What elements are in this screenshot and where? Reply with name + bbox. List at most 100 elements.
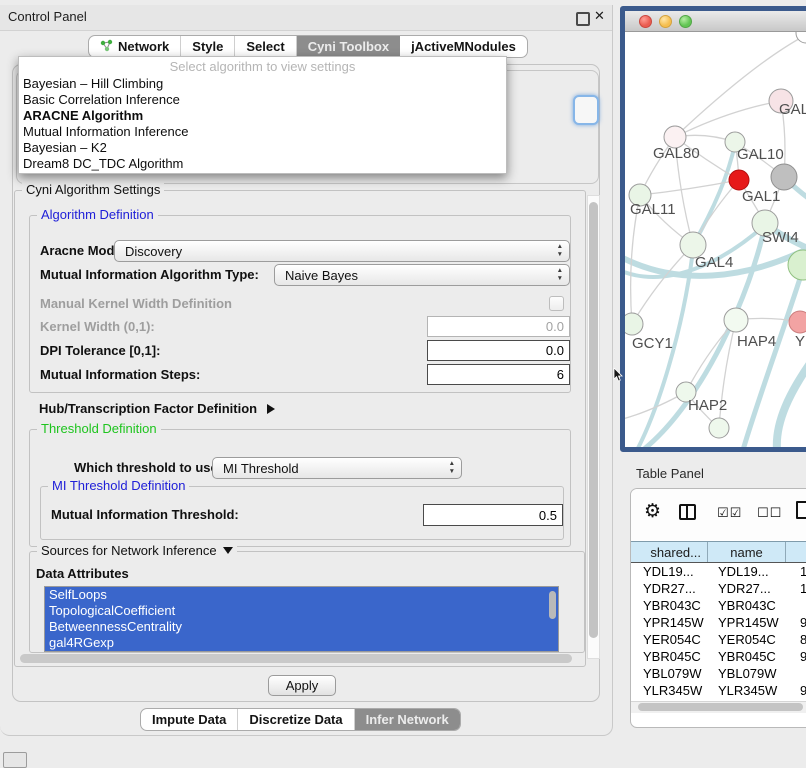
kernel-width-label: Kernel Width (0,1): <box>40 319 155 335</box>
table-panel-title: Table Panel <box>636 466 704 481</box>
mi-threshold-field[interactable]: 0.5 <box>423 504 563 526</box>
zoom-window-icon[interactable] <box>679 15 692 28</box>
tab-label: Style <box>192 39 223 54</box>
scrollbar-thumb[interactable] <box>20 654 572 663</box>
table-row[interactable]: YDL19...YDL19...13 <box>631 563 806 580</box>
network-node-y[interactable] <box>789 311 806 333</box>
data-attributes-list[interactable]: SelfLoopsTopologicalCoefficientBetweenne… <box>44 586 559 652</box>
algorithm-option-mutual-information-inference[interactable]: Mutual Information Inference <box>19 124 506 140</box>
tab-style[interactable]: Style <box>181 36 235 57</box>
aracne-mode-value: Discovery <box>125 244 182 259</box>
table-cell: YDR27... <box>708 580 786 597</box>
dpi-tolerance-field[interactable]: 0.0 <box>427 340 570 361</box>
column-layout-icon[interactable] <box>679 504 696 520</box>
table-row[interactable]: YDR27...YDR27...12 <box>631 580 806 597</box>
tab-impute-data[interactable]: Impute Data <box>141 709 238 730</box>
corner-grip <box>3 752 27 768</box>
apply-button[interactable]: Apply <box>268 675 336 696</box>
table-row[interactable]: YBL079WYBL079W <box>631 665 806 682</box>
algorithm-option-aracne-algorithm[interactable]: ARACNE Algorithm <box>19 108 506 124</box>
network-canvas[interactable]: GALGAL80GAL10GAL1GAL11SWI4GAL4GCY1HAP4YH… <box>625 32 806 448</box>
network-node[interactable] <box>709 418 729 438</box>
expand-triangle-icon <box>267 404 275 414</box>
column-header-name[interactable]: name <box>708 542 786 562</box>
attribute-item-betweennesscentrality[interactable]: BetweennessCentrality <box>45 619 558 635</box>
algorithm-option-dream8-dc-tdc-algorithm[interactable]: Dream8 DC_TDC Algorithm <box>19 156 506 172</box>
stepper-arrows-icon: ▲▼ <box>449 460 455 476</box>
tab-label: Impute Data <box>152 712 226 727</box>
network-node[interactable] <box>796 32 806 43</box>
tab-network[interactable]: Network <box>89 36 181 57</box>
table-row[interactable]: YBR045CYBR045C9. <box>631 648 806 665</box>
table-panel-window: ⚙ ☑☑ ☐☐ shared...name YDL19...YDL19...13… <box>630 488 806 728</box>
kernel-width-field[interactable]: 0.0 <box>427 316 570 337</box>
tab-label: Cyni Toolbox <box>308 39 389 54</box>
table-cell: YPR145W <box>631 614 708 631</box>
network-window-titlebar[interactable] <box>625 11 806 32</box>
table-horizontal-scrollbar[interactable] <box>631 701 806 713</box>
aracne-mode-select[interactable]: Discovery ▲▼ <box>114 240 570 262</box>
table-row[interactable]: YER054CYER054C8. <box>631 631 806 648</box>
table-cell: YBR045C <box>708 648 786 665</box>
which-threshold-select[interactable]: MI Threshold ▲▼ <box>212 457 462 479</box>
list-scrollbar-thumb[interactable] <box>549 591 556 619</box>
tab-label: jActiveMNodules <box>411 39 516 54</box>
which-threshold-value: MI Threshold <box>223 461 299 476</box>
algorithm-dropdown-popup: Select algorithm to view settings Bayesi… <box>18 56 507 174</box>
column-header-shared[interactable]: shared... <box>631 542 708 562</box>
tab-jactivemnodules[interactable]: jActiveMNodules <box>400 36 527 57</box>
scrollbar-thumb[interactable] <box>589 202 598 638</box>
attribute-item-gal4rgexp[interactable]: gal4RGexp <box>45 635 558 651</box>
node-label-y: Y <box>795 333 805 350</box>
close-icon[interactable]: ✕ <box>594 8 605 24</box>
settings-vertical-scrollbar[interactable] <box>587 195 600 659</box>
settings-horizontal-scrollbar[interactable] <box>20 654 572 663</box>
table-row[interactable]: YBR043CYBR043C <box>631 597 806 614</box>
close-window-icon[interactable] <box>639 15 652 28</box>
network-node-gcy1[interactable] <box>625 313 643 335</box>
threshold-definition-legend: Threshold Definition <box>37 421 161 436</box>
attribute-item-topologicalcoefficient[interactable]: TopologicalCoefficient <box>45 603 558 619</box>
mi-steps-label: Mutual Information Steps: <box>40 367 200 383</box>
table-row[interactable]: YLR345WYLR345W9. <box>631 682 806 699</box>
table-cell: 9. <box>786 648 806 665</box>
node-label-hap4: HAP4 <box>737 333 776 350</box>
mi-steps-field[interactable]: 6 <box>427 364 570 385</box>
node-label-gal: GAL <box>779 101 806 118</box>
table-cell: YBL079W <box>631 665 708 682</box>
table-row[interactable]: YPR145WYPR145W9. <box>631 614 806 631</box>
manual-kernel-width-checkbox[interactable] <box>549 296 564 311</box>
select-columns-unchecked-icon[interactable]: ☐☐ <box>757 505 782 521</box>
algorithm-option-bayesian-k2[interactable]: Bayesian – K2 <box>19 140 506 156</box>
gear-icon[interactable]: ⚙ <box>644 502 661 521</box>
tab-label: Discretize Data <box>249 712 342 727</box>
algorithm-option-basic-correlation-inference[interactable]: Basic Correlation Inference <box>19 92 506 108</box>
table-cell: YDL19... <box>708 563 786 580</box>
control-panel-titlebar: Control Panel ✕ <box>0 5 612 31</box>
hub-section-header[interactable]: Hub/Transcription Factor Definition <box>39 401 275 417</box>
mi-algorithm-type-select[interactable]: Naive Bayes ▲▼ <box>274 264 570 286</box>
minimize-window-icon[interactable] <box>659 15 672 28</box>
float-window-icon[interactable] <box>576 12 590 26</box>
tab-cyni-toolbox[interactable]: Cyni Toolbox <box>297 36 400 57</box>
tab-select[interactable]: Select <box>235 36 296 57</box>
select-columns-checked-icon[interactable]: ☑☑ <box>717 505 742 521</box>
network-node-gal1[interactable] <box>729 170 749 190</box>
scrollbar-thumb[interactable] <box>638 703 803 711</box>
settings-legend: Cyni Algorithm Settings <box>22 182 164 197</box>
table-cell: YLR345W <box>631 682 708 699</box>
tab-discretize-data[interactable]: Discretize Data <box>238 709 354 730</box>
manual-kernel-width-label: Manual Kernel Width Definition <box>40 296 232 312</box>
network-node[interactable] <box>771 164 797 190</box>
network-node-hap4[interactable] <box>724 308 748 332</box>
document-icon[interactable] <box>796 501 806 519</box>
algorithm-option-bayesian-hill-climbing[interactable]: Bayesian – Hill Climbing <box>19 76 506 92</box>
attribute-item-selfloops[interactable]: SelfLoops <box>45 587 558 603</box>
column-header-hidden[interactable] <box>786 542 806 562</box>
sources-legend[interactable]: Sources for Network Inference <box>37 543 237 558</box>
hub-section-label: Hub/Transcription Factor Definition <box>39 401 257 417</box>
table-cell: YBR043C <box>631 597 708 614</box>
table-cell: YER054C <box>631 631 708 648</box>
node-label-gal80: GAL80 <box>653 145 700 162</box>
tab-infer-network[interactable]: Infer Network <box>355 709 460 730</box>
